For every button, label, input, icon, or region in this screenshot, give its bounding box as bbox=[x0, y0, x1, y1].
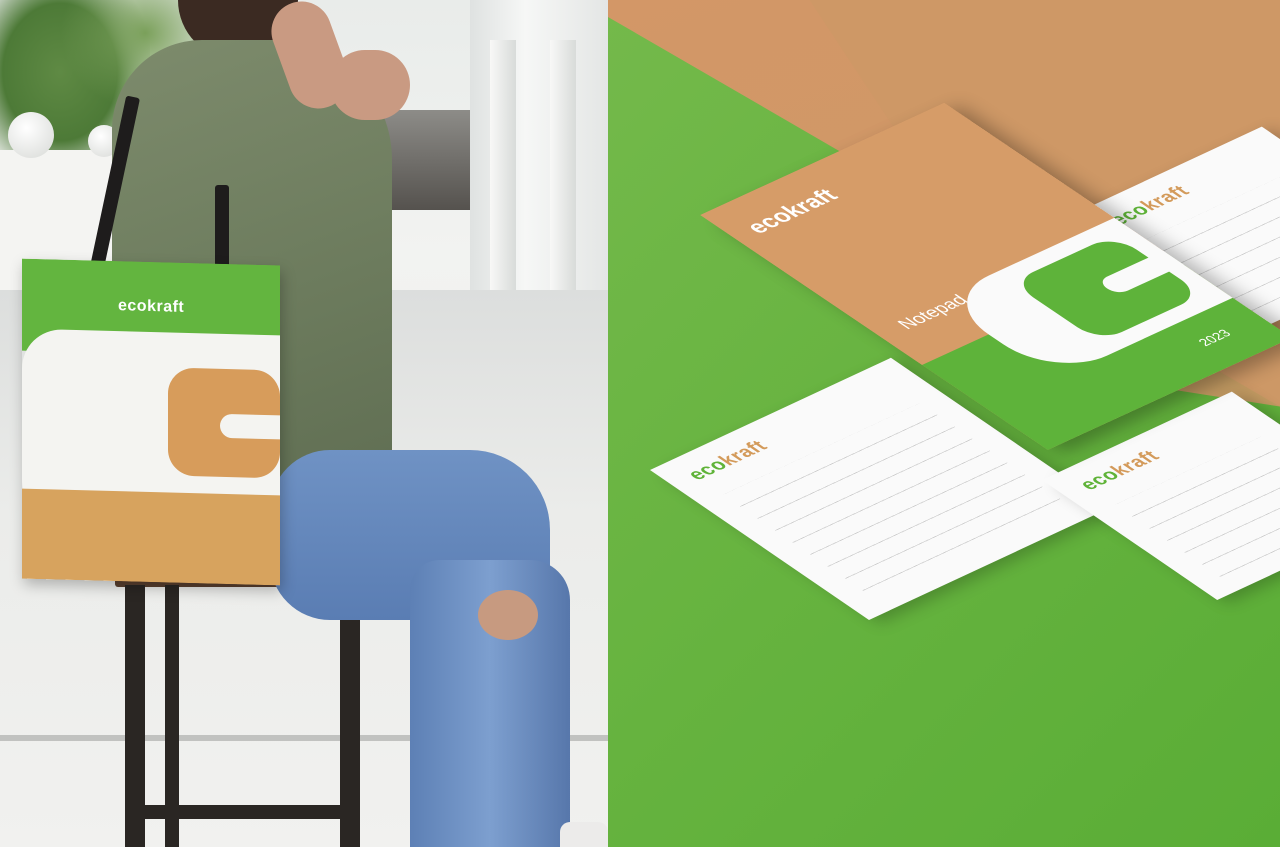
stool-crossbar bbox=[125, 805, 360, 819]
colonnade bbox=[470, 0, 608, 290]
tote-bag-photo: ecokraft bbox=[0, 0, 608, 847]
arm bbox=[330, 50, 410, 120]
column bbox=[490, 40, 516, 290]
knee bbox=[478, 590, 538, 640]
tote-logo: ecokraft bbox=[118, 297, 185, 316]
tote-bag: ecokraft bbox=[22, 258, 280, 586]
brand-mark-cutout bbox=[220, 413, 280, 440]
balustrade-ball bbox=[8, 112, 54, 158]
bag-strap bbox=[215, 185, 229, 275]
shoe bbox=[560, 822, 608, 847]
bag-tan-band bbox=[22, 488, 280, 586]
column bbox=[550, 40, 576, 290]
